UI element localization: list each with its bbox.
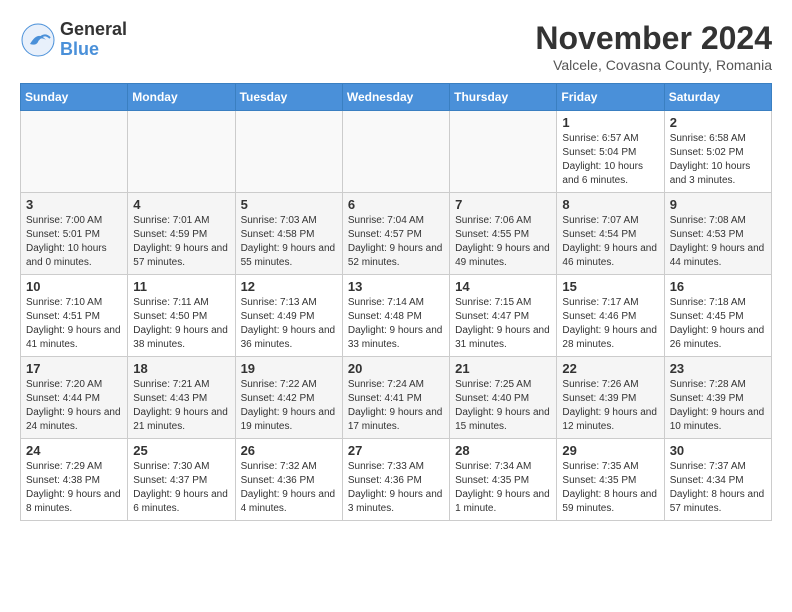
table-row	[342, 111, 449, 193]
logo-icon	[20, 22, 56, 58]
table-row: 9Sunrise: 7:08 AMSunset: 4:53 PMDaylight…	[664, 193, 771, 275]
table-row	[21, 111, 128, 193]
calendar-table: Sunday Monday Tuesday Wednesday Thursday…	[20, 83, 772, 521]
location-subtitle: Valcele, Covasna County, Romania	[535, 57, 772, 73]
table-row: 18Sunrise: 7:21 AMSunset: 4:43 PMDayligh…	[128, 357, 235, 439]
table-row: 26Sunrise: 7:32 AMSunset: 4:36 PMDayligh…	[235, 439, 342, 521]
header-wednesday: Wednesday	[342, 84, 449, 111]
table-row: 30Sunrise: 7:37 AMSunset: 4:34 PMDayligh…	[664, 439, 771, 521]
table-row: 25Sunrise: 7:30 AMSunset: 4:37 PMDayligh…	[128, 439, 235, 521]
table-row	[235, 111, 342, 193]
table-row	[450, 111, 557, 193]
table-row: 10Sunrise: 7:10 AMSunset: 4:51 PMDayligh…	[21, 275, 128, 357]
table-row: 5Sunrise: 7:03 AMSunset: 4:58 PMDaylight…	[235, 193, 342, 275]
table-row: 15Sunrise: 7:17 AMSunset: 4:46 PMDayligh…	[557, 275, 664, 357]
table-row: 20Sunrise: 7:24 AMSunset: 4:41 PMDayligh…	[342, 357, 449, 439]
logo-text: General Blue	[60, 20, 127, 60]
title-block: November 2024 Valcele, Covasna County, R…	[535, 20, 772, 73]
calendar-header: Sunday Monday Tuesday Wednesday Thursday…	[21, 84, 772, 111]
table-row: 22Sunrise: 7:26 AMSunset: 4:39 PMDayligh…	[557, 357, 664, 439]
header-saturday: Saturday	[664, 84, 771, 111]
table-row: 1Sunrise: 6:57 AMSunset: 5:04 PMDaylight…	[557, 111, 664, 193]
table-row: 19Sunrise: 7:22 AMSunset: 4:42 PMDayligh…	[235, 357, 342, 439]
table-row: 6Sunrise: 7:04 AMSunset: 4:57 PMDaylight…	[342, 193, 449, 275]
table-row: 28Sunrise: 7:34 AMSunset: 4:35 PMDayligh…	[450, 439, 557, 521]
header-thursday: Thursday	[450, 84, 557, 111]
table-row: 24Sunrise: 7:29 AMSunset: 4:38 PMDayligh…	[21, 439, 128, 521]
header-sunday: Sunday	[21, 84, 128, 111]
header-monday: Monday	[128, 84, 235, 111]
table-row: 4Sunrise: 7:01 AMSunset: 4:59 PMDaylight…	[128, 193, 235, 275]
table-row: 12Sunrise: 7:13 AMSunset: 4:49 PMDayligh…	[235, 275, 342, 357]
calendar-body: 1Sunrise: 6:57 AMSunset: 5:04 PMDaylight…	[21, 111, 772, 521]
table-row: 14Sunrise: 7:15 AMSunset: 4:47 PMDayligh…	[450, 275, 557, 357]
page-header: General Blue November 2024 Valcele, Cova…	[20, 20, 772, 73]
table-row: 13Sunrise: 7:14 AMSunset: 4:48 PMDayligh…	[342, 275, 449, 357]
logo-general-text: General	[60, 20, 127, 40]
table-row: 16Sunrise: 7:18 AMSunset: 4:45 PMDayligh…	[664, 275, 771, 357]
table-row: 8Sunrise: 7:07 AMSunset: 4:54 PMDaylight…	[557, 193, 664, 275]
header-friday: Friday	[557, 84, 664, 111]
logo: General Blue	[20, 20, 127, 60]
table-row: 2Sunrise: 6:58 AMSunset: 5:02 PMDaylight…	[664, 111, 771, 193]
table-row	[128, 111, 235, 193]
header-tuesday: Tuesday	[235, 84, 342, 111]
logo-blue-text: Blue	[60, 40, 127, 60]
table-row: 21Sunrise: 7:25 AMSunset: 4:40 PMDayligh…	[450, 357, 557, 439]
table-row: 27Sunrise: 7:33 AMSunset: 4:36 PMDayligh…	[342, 439, 449, 521]
table-row: 23Sunrise: 7:28 AMSunset: 4:39 PMDayligh…	[664, 357, 771, 439]
month-title: November 2024	[535, 20, 772, 57]
table-row: 29Sunrise: 7:35 AMSunset: 4:35 PMDayligh…	[557, 439, 664, 521]
table-row: 17Sunrise: 7:20 AMSunset: 4:44 PMDayligh…	[21, 357, 128, 439]
table-row: 7Sunrise: 7:06 AMSunset: 4:55 PMDaylight…	[450, 193, 557, 275]
table-row: 11Sunrise: 7:11 AMSunset: 4:50 PMDayligh…	[128, 275, 235, 357]
table-row: 3Sunrise: 7:00 AMSunset: 5:01 PMDaylight…	[21, 193, 128, 275]
